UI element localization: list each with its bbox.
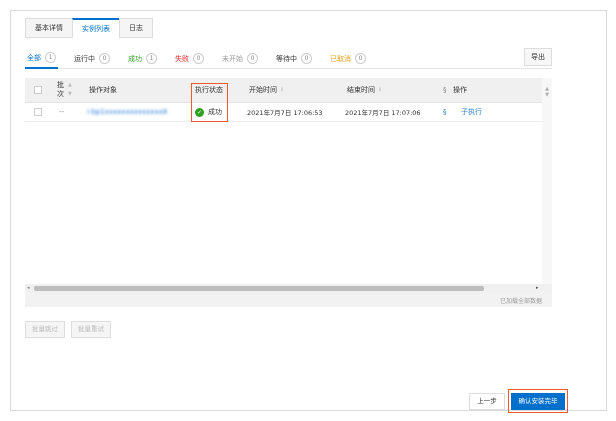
tab-log[interactable]: 日志 — [119, 18, 153, 38]
col-action: 操作 — [453, 86, 467, 94]
cell-target-link[interactable]: i-bp1xxxxxxxxxxxxxx8 — [87, 103, 167, 121]
sub-execution-link[interactable]: 子执行 — [461, 103, 482, 121]
col-target: 操作对象 — [89, 86, 117, 94]
filter-label: 未开始 — [222, 54, 243, 63]
task-panel: 基本详情 实例列表 日志 全部 1 运行中 0 成功 1 失败 0 未开始 0 等待中 0 … — [10, 10, 607, 413]
loaded-all-text: 已加载全部数据 — [499, 298, 542, 305]
row-checkbox[interactable] — [34, 108, 42, 116]
sort-icon: ▲ ▼ — [68, 82, 72, 97]
tab-basic-details[interactable]: 基本详情 — [25, 18, 73, 38]
cell-end-time: 2021年7月7日 17:07:06 — [345, 109, 421, 117]
cell-batch: -- — [59, 108, 65, 116]
previous-step-button[interactable]: 上一步 — [469, 393, 505, 410]
filter-cancelled[interactable]: 已取消 0 — [328, 49, 368, 69]
highlight-box-status — [191, 83, 228, 122]
status-filter-bar: 全部 1 运行中 0 成功 1 失败 0 未开始 0 等待中 0 已取消 0 导出 — [25, 48, 552, 69]
col-resize-handle[interactable]: § — [443, 78, 447, 102]
table-row: -- i-bp1xxxxxxxxxxxxxx8 ✓ 成功 2021年7月7日 17… — [25, 103, 542, 122]
filter-label: 等待中 — [276, 54, 297, 63]
header-label: 批次 — [57, 81, 64, 98]
export-button[interactable]: 导出 — [524, 48, 552, 66]
sort-icon: ⇕ — [280, 87, 285, 93]
sort-icon: ⇕ — [378, 87, 383, 93]
filter-count: 0 — [247, 53, 258, 64]
batch-retry-button[interactable]: 批量重试 — [71, 321, 111, 338]
header-label: 开始时间 — [249, 86, 277, 94]
filter-count: 0 — [355, 53, 366, 64]
filter-all[interactable]: 全部 1 — [25, 49, 58, 69]
filter-count: 0 — [301, 53, 312, 64]
instance-table: 批次 ▲ ▼ 操作对象 执行状态 开始时间 ⇕ 结束时间 ⇕ § 操作 -- i-bp1… — [25, 78, 552, 307]
batch-skip-button[interactable]: 批量跳过 — [25, 321, 65, 338]
filter-waiting[interactable]: 等待中 0 — [274, 49, 314, 69]
filter-label: 已取消 — [330, 54, 351, 63]
cell-more: § — [443, 108, 447, 116]
select-all-checkbox[interactable] — [34, 86, 42, 94]
filter-label: 全部 — [27, 53, 41, 62]
tab-bar: 基本详情 实例列表 日志 — [25, 18, 153, 38]
filter-count: 1 — [45, 52, 56, 63]
filter-label: 失败 — [175, 54, 189, 63]
horizontal-scrollbar[interactable]: ◂ ▸ — [25, 284, 552, 293]
highlight-box-confirm — [508, 389, 568, 413]
table-body-empty — [25, 122, 542, 284]
cell-start-time: 2021年7月7日 17:06:53 — [247, 109, 323, 117]
col-start-time[interactable]: 开始时间 ⇕ — [249, 78, 284, 102]
tab-instance-list[interactable]: 实例列表 — [72, 18, 120, 38]
col-batch[interactable]: 批次 ▲ ▼ — [57, 78, 75, 102]
col-end-time[interactable]: 结束时间 ⇕ — [347, 78, 382, 102]
scroll-right-icon[interactable]: ▸ — [536, 285, 539, 291]
filter-running[interactable]: 运行中 0 — [72, 49, 112, 69]
filter-count: 1 — [146, 53, 157, 64]
filter-label: 成功 — [128, 54, 142, 63]
filter-success[interactable]: 成功 1 — [126, 49, 159, 69]
filter-count: 0 — [99, 53, 110, 64]
filter-label: 运行中 — [74, 54, 95, 63]
filter-not-started[interactable]: 未开始 0 — [220, 49, 260, 69]
scrollbar-thumb[interactable] — [34, 286, 484, 291]
filter-count: 0 — [193, 53, 204, 64]
header-label: 结束时间 — [347, 86, 375, 94]
scroll-left-icon[interactable]: ◂ — [27, 285, 30, 291]
vertical-scrollbar[interactable]: ▲ ▼ — [542, 78, 552, 284]
table-header: 批次 ▲ ▼ 操作对象 执行状态 开始时间 ⇕ 结束时间 ⇕ § 操作 — [25, 78, 542, 103]
filter-failed[interactable]: 失败 0 — [173, 49, 206, 69]
